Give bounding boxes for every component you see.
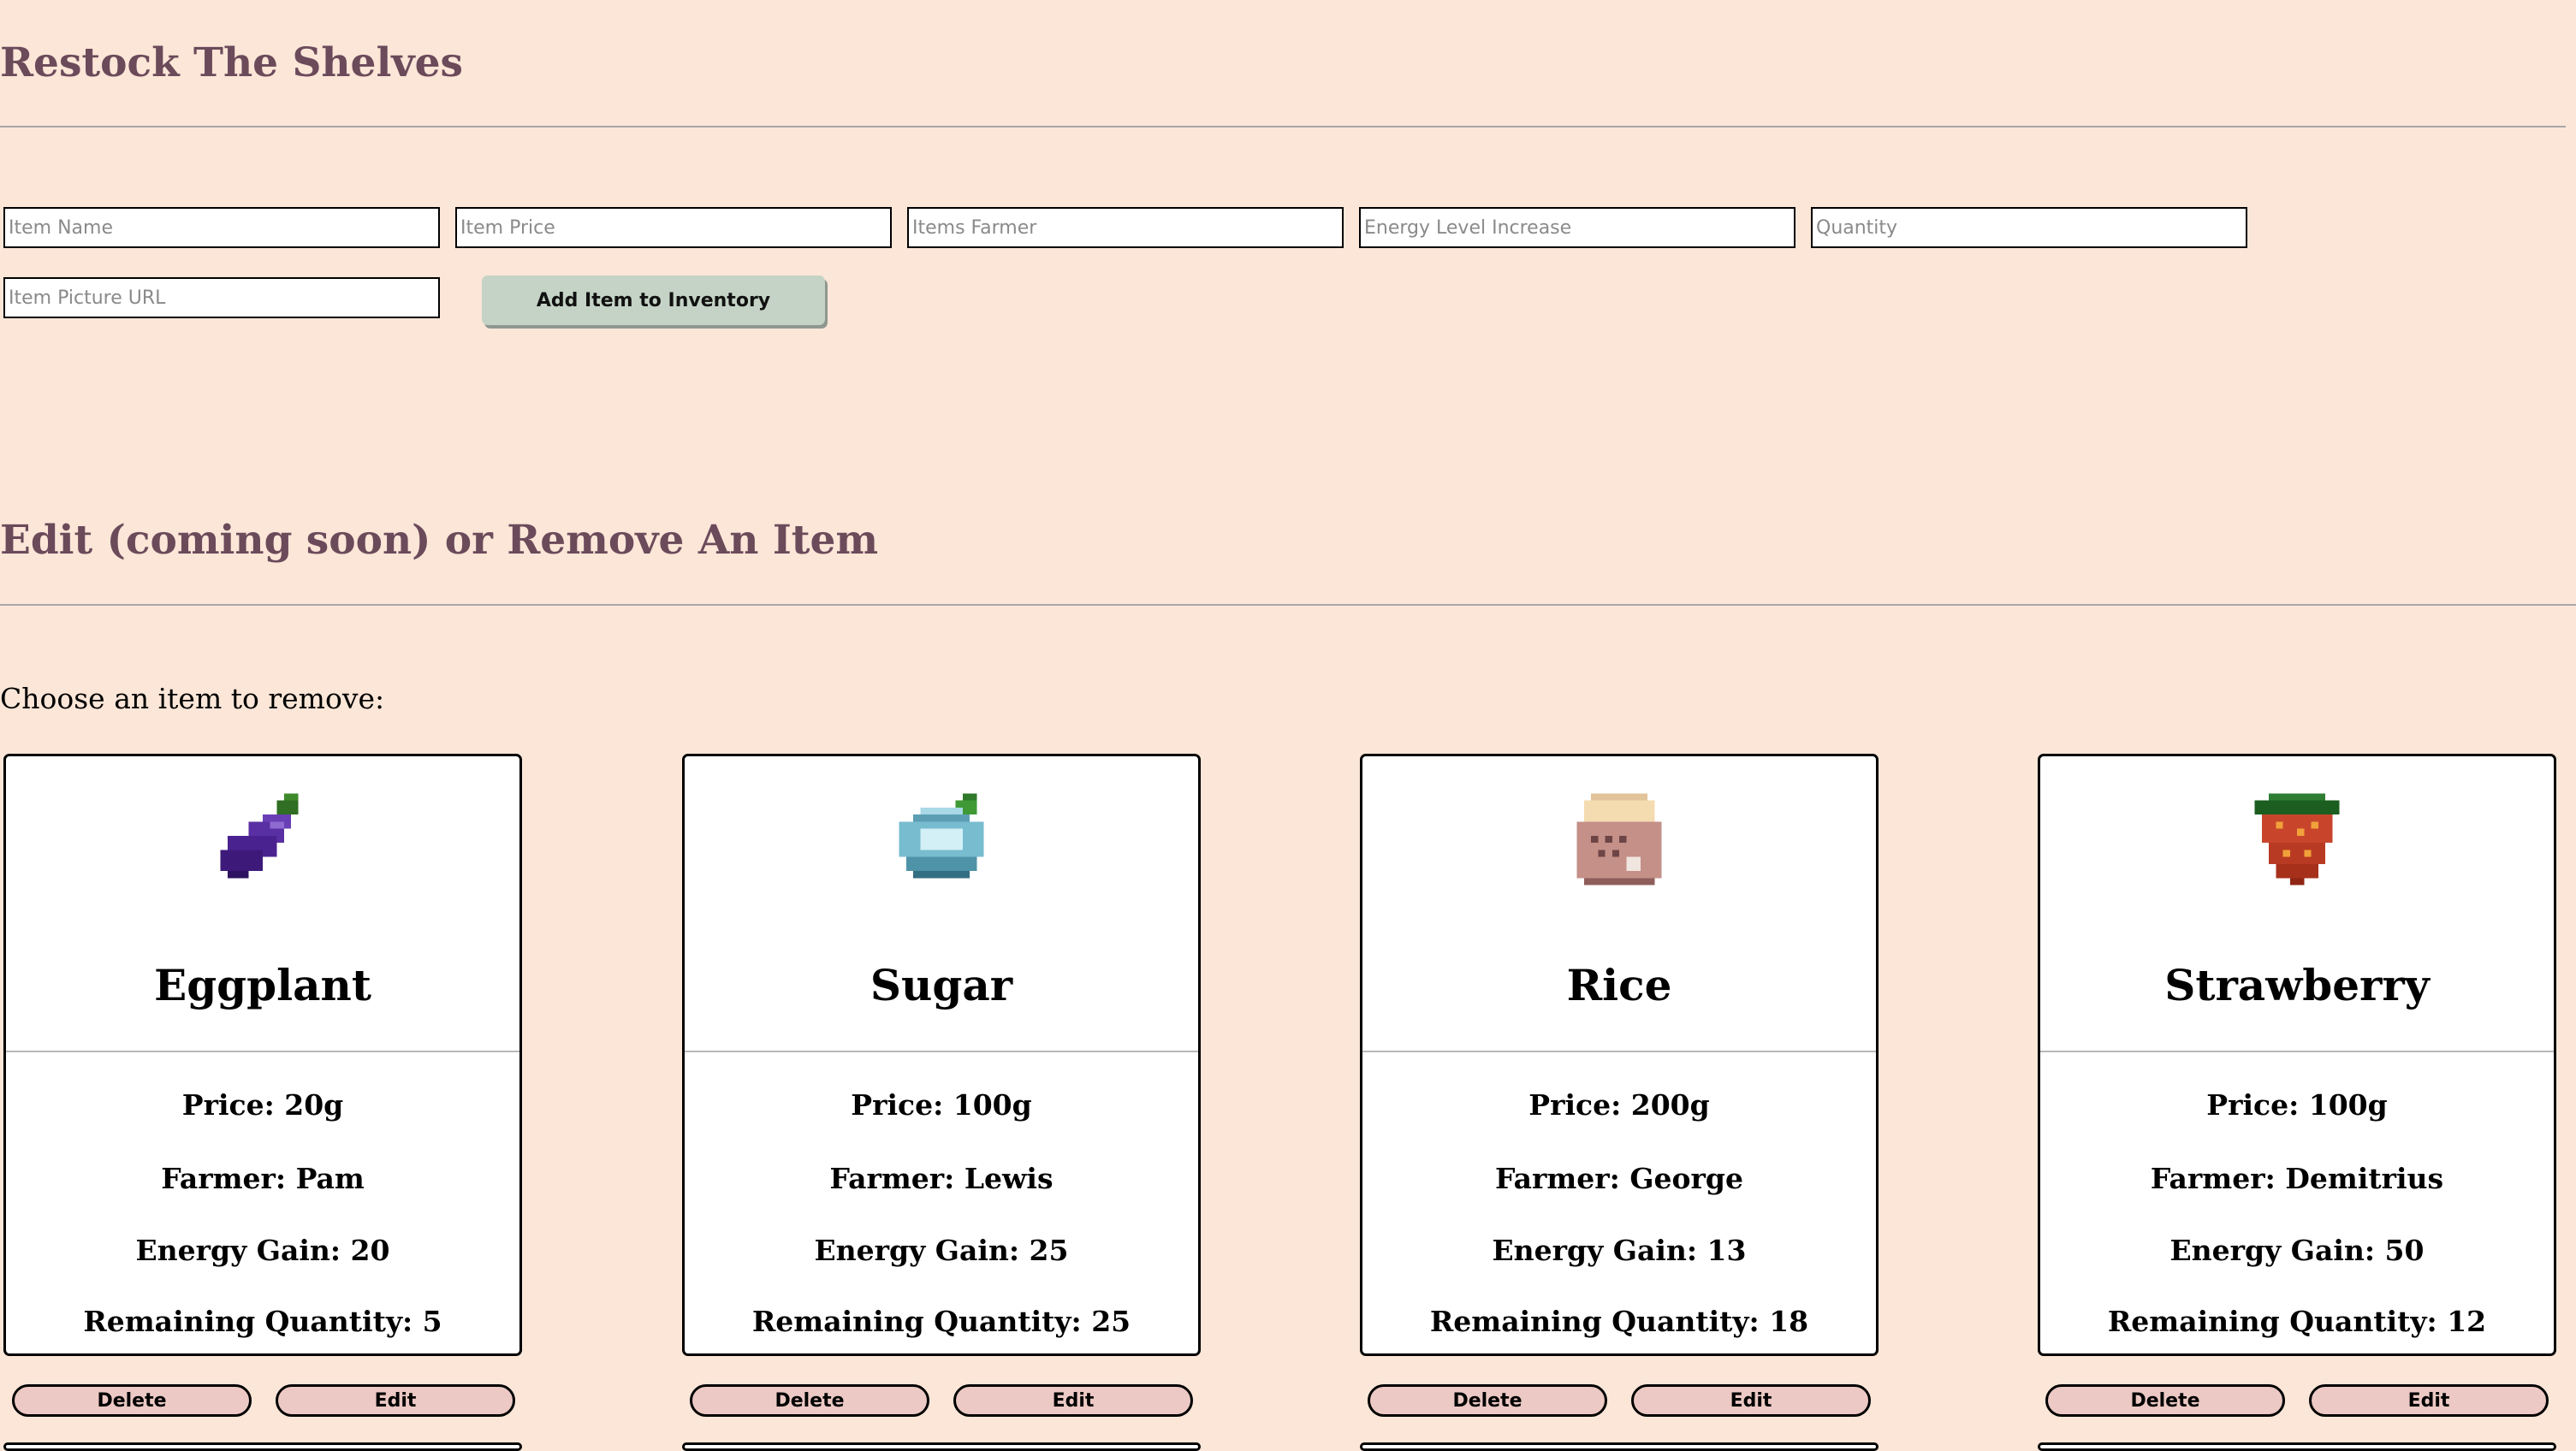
item-card <box>682 1442 1201 1451</box>
item-farmer: Farmer: Demitrius <box>2150 1162 2444 1195</box>
item-card: Sugar Price: 100g Farmer: Lewis Energy G… <box>682 754 1201 1356</box>
quantity-input[interactable] <box>1811 207 2247 248</box>
item-price: Price: 100g <box>851 1088 1032 1122</box>
item-name: Rice <box>1566 960 1672 1010</box>
edit-button[interactable]: Edit <box>276 1384 515 1417</box>
divider <box>0 126 2566 127</box>
item-farmer: Farmer: Pam <box>161 1162 365 1195</box>
delete-button[interactable]: Delete <box>1368 1384 1607 1417</box>
item-remaining: Remaining Quantity: 12 <box>2107 1305 2487 1338</box>
item-name: Strawberry <box>2164 960 2430 1010</box>
item-card <box>1360 1442 1879 1451</box>
strawberry-icon <box>2254 793 2340 885</box>
item-energy: Energy Gain: 13 <box>1492 1234 1747 1267</box>
item-energy: Energy Gain: 50 <box>2169 1234 2425 1267</box>
item-price-input[interactable] <box>455 207 892 248</box>
items-farmer-input[interactable] <box>907 207 1344 248</box>
item-remaining: Remaining Quantity: 5 <box>83 1305 442 1338</box>
edit-button[interactable]: Edit <box>1631 1384 1871 1417</box>
delete-button[interactable]: Delete <box>2045 1384 2285 1417</box>
picture-url-input[interactable] <box>3 277 440 318</box>
edit-button[interactable]: Edit <box>953 1384 1193 1417</box>
energy-level-input[interactable] <box>1359 207 1795 248</box>
item-name: Sugar <box>870 960 1013 1010</box>
item-farmer: Farmer: Lewis <box>829 1162 1054 1195</box>
item-price: Price: 200g <box>1528 1088 1710 1122</box>
item-energy: Energy Gain: 25 <box>814 1234 1069 1267</box>
delete-button[interactable]: Delete <box>12 1384 252 1417</box>
item-farmer: Farmer: George <box>1494 1162 1743 1195</box>
add-item-button[interactable]: Add Item to Inventory <box>482 275 825 325</box>
item-name-input[interactable] <box>3 207 440 248</box>
item-remaining: Remaining Quantity: 25 <box>751 1305 1131 1338</box>
item-card: Strawberry Price: 100g Farmer: Demitrius… <box>2038 754 2556 1356</box>
item-card: Eggplant Price: 20g Farmer: Pam Energy G… <box>3 754 522 1356</box>
rice-icon <box>1576 793 1662 885</box>
item-card: Rice Price: 200g Farmer: George Energy G… <box>1360 754 1879 1356</box>
item-card <box>2038 1442 2556 1451</box>
edit-title: Edit (coming soon) or Remove An Item <box>0 517 879 564</box>
item-card <box>3 1442 522 1451</box>
restock-title: Restock The Shelves <box>0 39 463 86</box>
edit-button[interactable]: Edit <box>2309 1384 2549 1417</box>
item-name: Eggplant <box>154 960 371 1010</box>
delete-button[interactable]: Delete <box>690 1384 929 1417</box>
sugar-icon <box>899 793 984 879</box>
item-energy: Energy Gain: 20 <box>135 1234 390 1267</box>
item-price: Price: 20g <box>181 1088 344 1122</box>
remove-prompt: Choose an item to remove: <box>0 682 385 715</box>
item-remaining: Remaining Quantity: 18 <box>1429 1305 1809 1338</box>
divider <box>0 604 2576 606</box>
eggplant-icon <box>220 793 299 879</box>
item-price: Price: 100g <box>2206 1088 2388 1122</box>
